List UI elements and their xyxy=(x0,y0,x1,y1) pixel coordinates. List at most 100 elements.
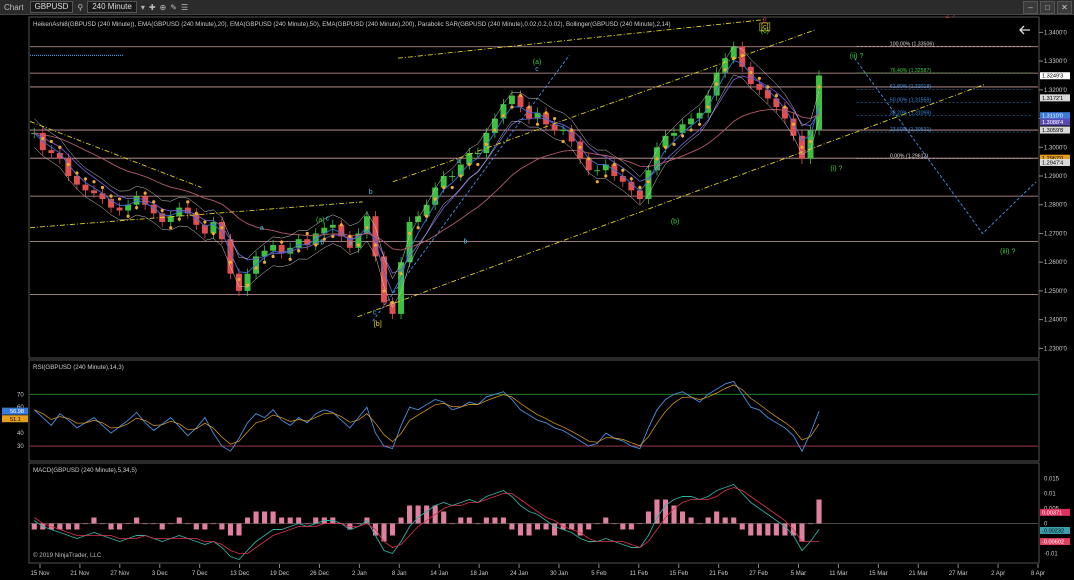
sar-dot xyxy=(356,243,361,247)
wave-label: b xyxy=(369,189,373,196)
chart-canvas[interactable]: HeikenAshi8(GBPUSD (240 Minute)), EMA(GB… xyxy=(0,15,1074,580)
sar-dot xyxy=(587,157,591,161)
macd-histogram-bar xyxy=(244,517,251,524)
macd-histogram-bar xyxy=(389,523,396,536)
rsi-panel-title: RSI(GBPUSD (240 Minute),14,3) xyxy=(33,364,124,371)
sar-dot xyxy=(203,220,207,224)
sar-dot xyxy=(92,180,96,184)
candle-body xyxy=(99,193,106,199)
wave-label: a xyxy=(349,240,353,247)
sar-dot xyxy=(169,226,173,230)
chevron-down-icon[interactable]: ▾ xyxy=(141,3,145,12)
copyright-notice: © 2019 NinjaTrader, LLC xyxy=(33,552,102,559)
sar-dot xyxy=(109,194,113,198)
x-tick-label: 19 Dec xyxy=(270,571,289,577)
macd-histogram-bar xyxy=(134,517,140,524)
sar-dot xyxy=(518,93,523,98)
price-tick-label: 1.2800'0 xyxy=(1044,203,1067,209)
macd-histogram-bar xyxy=(739,523,745,530)
rsi-value-tag-label: 56.98 xyxy=(10,409,24,415)
price-tick-label: 1.3300'0 xyxy=(1044,59,1067,65)
minimize-icon[interactable]: – xyxy=(1023,1,1038,14)
macd-tick-label: 0 xyxy=(1044,522,1048,528)
sar-dot xyxy=(544,111,548,115)
sar-dot xyxy=(698,122,702,126)
sar-dot xyxy=(766,85,770,89)
macd-histogram-bar xyxy=(509,523,515,530)
macd-histogram-bar xyxy=(586,523,592,530)
macd-value-tag-label: -0.00602 xyxy=(1042,540,1064,546)
x-tick-label: 21 Mar xyxy=(909,571,928,577)
sar-dot xyxy=(177,217,181,221)
wave-label: 2 xyxy=(763,17,767,24)
candle-body xyxy=(90,190,97,194)
crosshair-icon[interactable]: ✚ xyxy=(149,3,156,12)
price-panel-frame xyxy=(28,16,1040,359)
ema20-line xyxy=(33,59,820,294)
macd-histogram-bar xyxy=(108,523,114,530)
macd-histogram-bar xyxy=(279,517,285,524)
sar-dot xyxy=(433,197,437,201)
rsi-value-tag-label: 51.1 xyxy=(10,417,21,423)
sar-dot xyxy=(152,200,156,204)
sar-dot xyxy=(535,122,540,126)
macd-histogram-bar xyxy=(415,505,421,524)
macd-histogram-bar xyxy=(603,517,609,524)
sar-dot xyxy=(467,162,471,167)
macd-histogram-bar xyxy=(262,511,268,524)
x-tick-label: 21 Nov xyxy=(70,571,89,577)
macd-panel-title: MACD(GBPUSD (240 Minute),5,34,5) xyxy=(33,467,137,474)
macd-histogram-bar xyxy=(543,523,549,530)
sar-dot xyxy=(570,128,574,132)
rsi-layer: 304050607056.9851.1 xyxy=(2,380,1038,453)
wave-label: c xyxy=(326,216,330,223)
rsi-tick-label: 40 xyxy=(17,431,24,437)
price-tick-label: 1.2500'0 xyxy=(1044,289,1067,295)
fib-level-label: 0.00% (1.29612) xyxy=(890,153,929,159)
sar-dot xyxy=(382,289,386,293)
price-tick-label: 1.2600'0 xyxy=(1044,260,1067,266)
zoom-icon[interactable]: ⊕ xyxy=(160,3,167,12)
bollinger-upper-line xyxy=(34,45,820,280)
fib-level-label: 23.60% (1.30531) xyxy=(890,127,932,133)
symbol-selector[interactable]: GBPUSD xyxy=(29,1,74,13)
sar-dot xyxy=(604,174,608,178)
macd-histogram-bar xyxy=(91,517,97,524)
sar-dot xyxy=(552,116,557,121)
macd-histogram-bar xyxy=(594,523,600,525)
sar-dot xyxy=(160,208,164,213)
x-tick-label: 15 Nov xyxy=(30,571,49,577)
interval-selector[interactable]: 240 Minute xyxy=(87,1,137,13)
macd-tick-label: -0.01 xyxy=(1044,552,1058,558)
x-tick-label: 15 Feb xyxy=(669,571,688,577)
draw-icon[interactable]: ✎ xyxy=(170,3,177,12)
sar-dot xyxy=(211,231,215,236)
candle-body xyxy=(816,75,823,131)
sar-dot xyxy=(476,162,480,167)
price-tick-label: 1.3000'0 xyxy=(1044,145,1067,151)
ema200-line xyxy=(34,109,820,251)
macd-tick-label: 0.015 xyxy=(1044,477,1060,483)
sar-dot xyxy=(621,168,625,172)
price-tick-label: 1.2900'0 xyxy=(1044,174,1067,180)
maximize-icon[interactable]: □ xyxy=(1040,1,1055,14)
sar-dot xyxy=(100,185,105,190)
price-tick-label: 1.3400'0 xyxy=(1044,30,1067,36)
macd-histogram-bar xyxy=(731,517,737,524)
sar-dot xyxy=(254,266,258,270)
x-axis: 15 Nov 21 Nov 27 Nov 3 Dec 7 Dec 13 Dec 19 Dec… xyxy=(30,564,1045,577)
macd-histogram-bar xyxy=(773,523,779,536)
x-tick-label: 11 Feb xyxy=(630,571,649,577)
search-icon[interactable]: ⚲ xyxy=(77,3,83,12)
wave-label: c xyxy=(373,309,377,316)
sar-dot xyxy=(808,139,813,144)
x-tick-label: 5 Mar xyxy=(791,571,806,577)
sar-dot xyxy=(595,180,599,184)
back-arrow-icon[interactable] xyxy=(1019,25,1030,35)
candle-body xyxy=(594,170,601,172)
candle-body xyxy=(764,89,771,99)
wave-label: a xyxy=(260,225,264,232)
macd-histogram-bar xyxy=(816,499,822,524)
close-icon[interactable]: ✕ xyxy=(1057,1,1072,14)
properties-icon[interactable]: ☰ xyxy=(181,3,188,12)
